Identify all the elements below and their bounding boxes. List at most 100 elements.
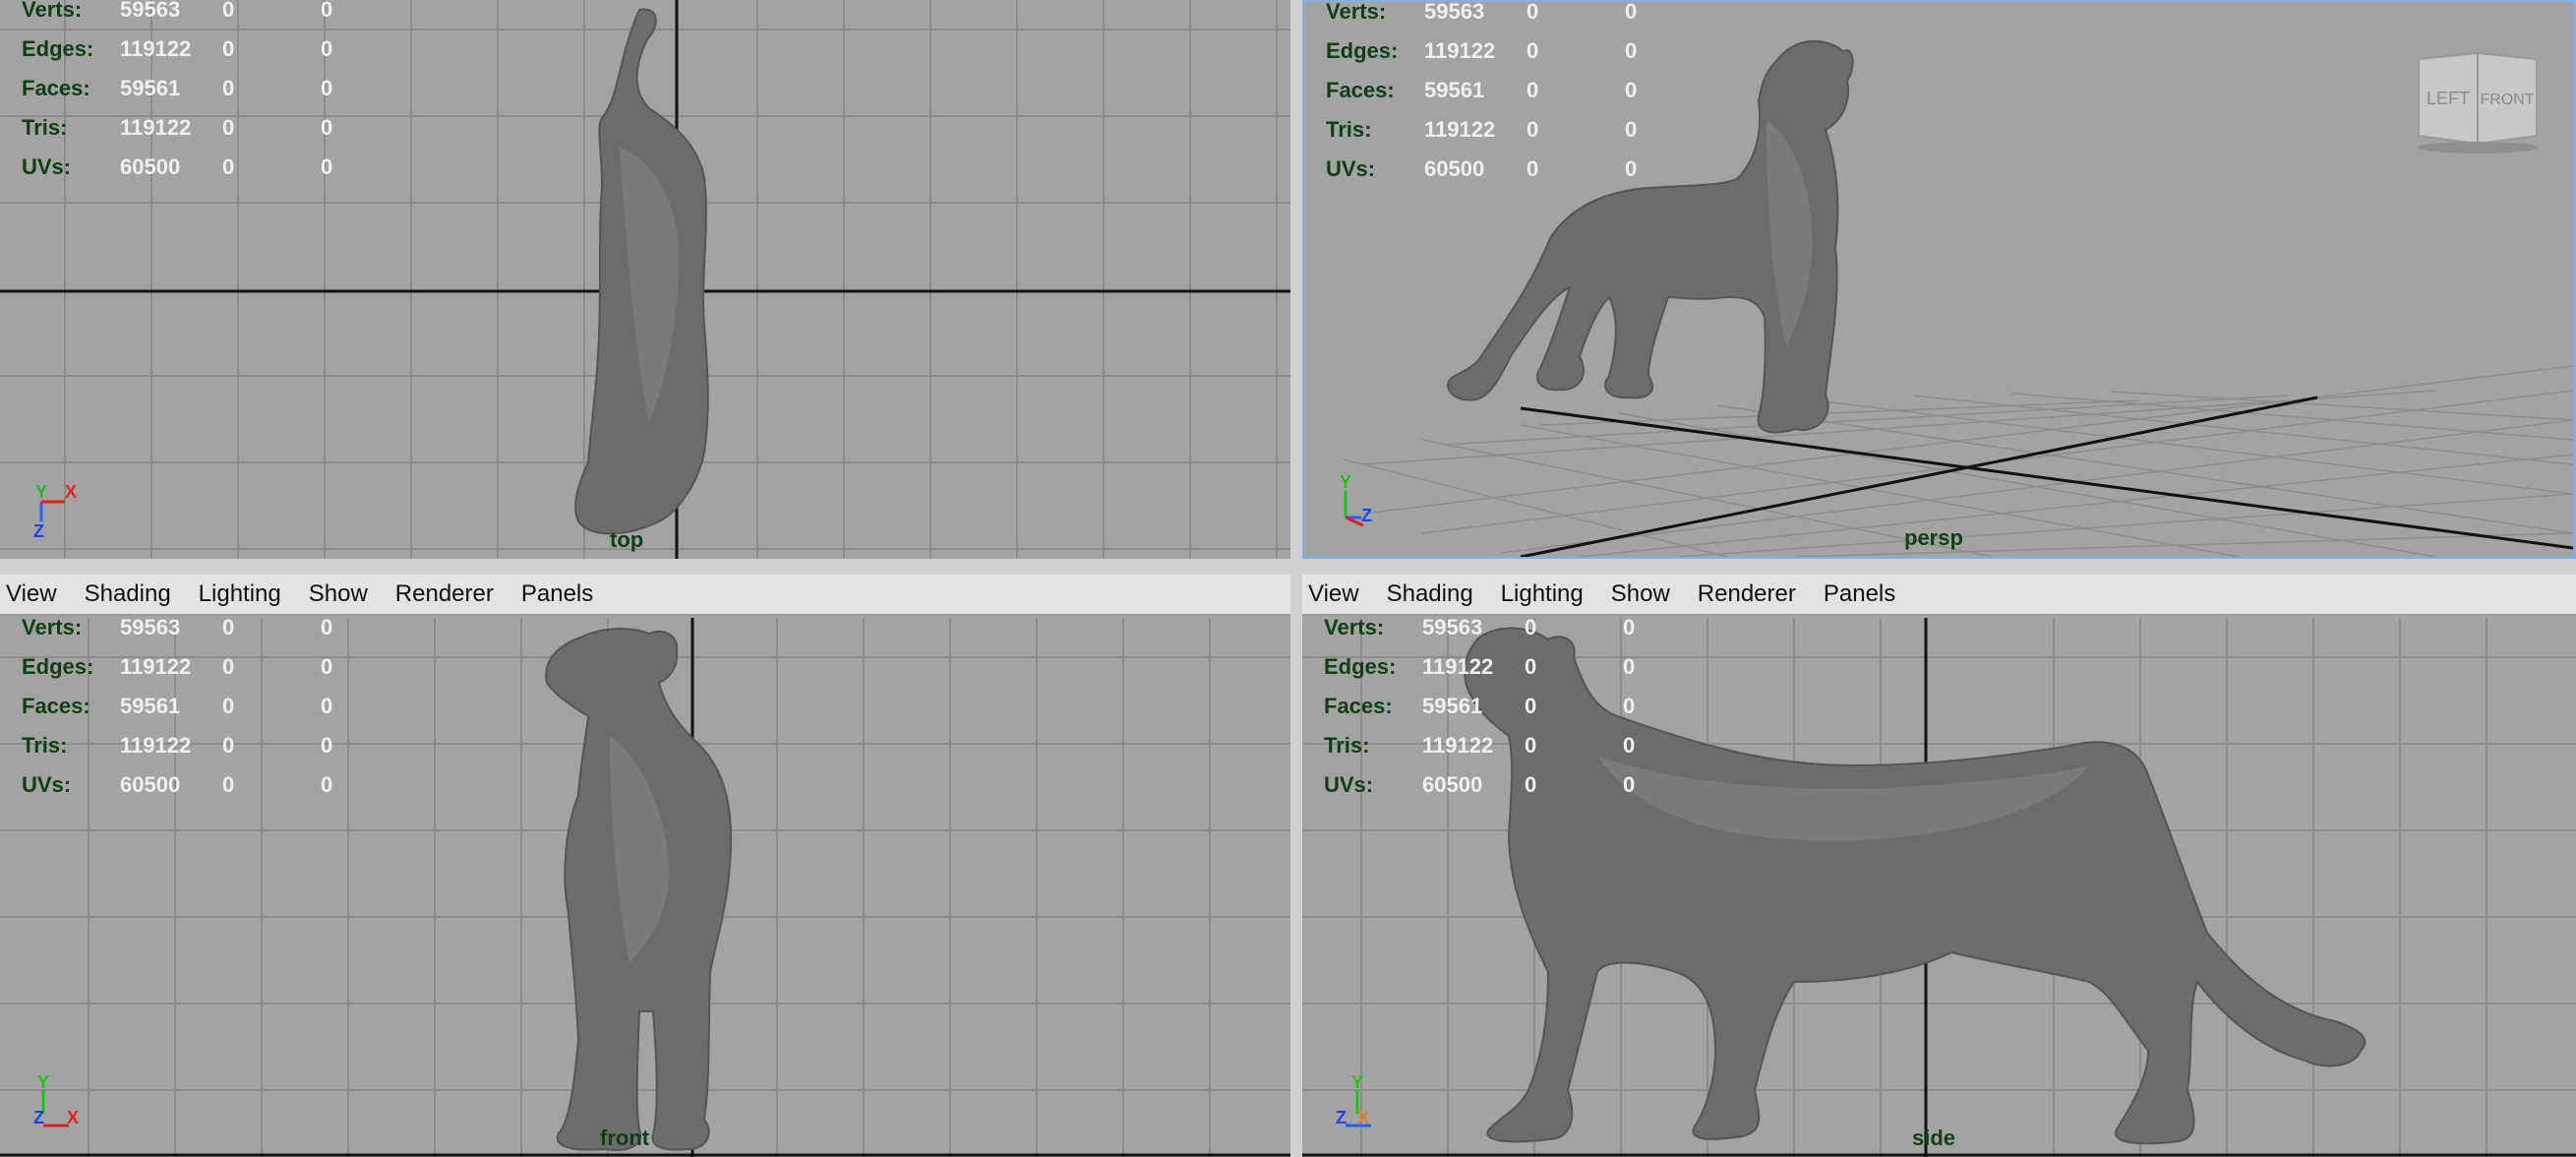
hud-faces-comp: 0 [1623,694,1636,718]
viewport-label-side: side [1912,1126,1956,1150]
hud-edges-comp: 0 [1623,654,1636,679]
menu-lighting[interactable]: Lighting [185,575,295,615]
hud-faces-label: Faces: [22,694,90,718]
hud-verts-value: 59563 [1422,618,1483,639]
viewport-front-canvas[interactable]: Verts: 59563 0 0 Edges: 119122 0 0 Faces: 59561… [0,618,1290,1157]
axis-gizmo-icon: Y Z [1340,472,1372,527]
hud-tris-label: Tris: [22,733,68,758]
hud-verts-comp: 0 [1623,618,1636,639]
hud-verts-value: 59563 [120,618,181,639]
hud-verts-label: Verts: [22,0,83,22]
hud-edges-value: 119122 [1424,38,1496,63]
hud-uvs-comp: 0 [321,772,333,797]
menu-view[interactable]: View [4,575,71,615]
menu-panels[interactable]: Panels [1810,575,1909,615]
menu-panels[interactable]: Panels [508,575,607,615]
hud-uvs-sel: 0 [222,154,235,179]
hud-faces-sel: 0 [222,76,235,100]
svg-text:Z: Z [1336,1108,1347,1127]
svg-text:Y: Y [1340,472,1351,492]
hud-tris-value: 119122 [1422,733,1494,758]
hud-edges-label: Edges: [1326,38,1399,63]
viewport-side-canvas[interactable]: Verts: 59563 0 0 Edges: 119122 0 0 Faces: 59561… [1302,618,2576,1157]
viewport-panel-top[interactable]: Verts: 59563 0 0 Edges: 119122 0 0 Faces: 59561… [0,0,1290,559]
hud-uvs-value: 60500 [1424,156,1485,181]
menu-shading[interactable]: Shading [1373,575,1487,615]
hud-tris-value: 119122 [120,733,192,758]
axis-gizmo-icon: Y Z X [1336,1072,1371,1127]
hud-uvs-label: UVs: [22,772,72,797]
hud-edges-value: 119122 [120,36,192,61]
hud-verts-sel: 0 [1527,2,1539,24]
viewport-panel-side[interactable]: View Shading Lighting Show Renderer Pane… [1302,575,2576,1157]
hud-faces-value: 59561 [1422,694,1483,718]
hud-uvs-label: UVs: [22,154,72,179]
panel-menubar-side: View Shading Lighting Show Renderer Pane… [1302,575,2576,616]
hud-faces-comp: 0 [321,694,333,718]
hud-tris-sel: 0 [222,115,235,140]
menu-show[interactable]: Show [1597,575,1684,615]
hud-uvs-value: 60500 [120,154,181,179]
viewport-panel-front[interactable]: View Shading Lighting Show Renderer Pane… [0,575,1290,1157]
poly-count-hud: Verts: 59563 0 0 Edges: 119122 0 0 Faces: 59561… [1326,2,1684,189]
hud-faces-value: 59561 [120,76,181,100]
hud-verts-value: 59563 [1424,2,1485,24]
menu-renderer[interactable]: Renderer [382,575,508,615]
hud-uvs-comp: 0 [1623,772,1636,797]
viewport-persp-canvas[interactable]: Verts: 59563 0 0 Edges: 119122 0 0 Faces: 59561… [1304,2,2574,557]
hud-edges-value: 119122 [120,654,192,679]
hud-verts-label: Verts: [1324,618,1385,639]
hud-edges-comp: 0 [321,654,333,679]
hud-tris-sel: 0 [1527,117,1539,142]
viewport-panel-persp[interactable]: Verts: 59563 0 0 Edges: 119122 0 0 Faces: 59561… [1302,0,2576,559]
hud-uvs-label: UVs: [1324,772,1374,797]
hud-tris-value: 119122 [1424,117,1496,142]
hud-uvs-label: UVs: [1326,156,1376,181]
hud-faces-label: Faces: [1324,694,1393,718]
poly-count-hud: Verts: 59563 0 0 Edges: 119122 0 0 Faces: 59561… [1324,618,1682,805]
menu-lighting[interactable]: Lighting [1487,575,1597,615]
hud-verts-sel: 0 [222,618,235,639]
hud-tris-label: Tris: [1326,117,1372,142]
svg-text:X: X [1357,1108,1369,1127]
hud-tris-comp: 0 [1625,117,1638,142]
hud-uvs-sel: 0 [1527,156,1539,181]
hud-edges-comp: 0 [1625,38,1638,63]
viewport-top-canvas[interactable]: Verts: 59563 0 0 Edges: 119122 0 0 Faces: 59561… [0,0,1290,559]
hud-tris-label: Tris: [22,115,68,140]
hud-faces-sel: 0 [1525,694,1537,718]
hud-verts-value: 59563 [120,0,181,22]
hud-uvs-value: 60500 [1422,772,1483,797]
hud-tris-comp: 0 [1623,733,1636,758]
poly-count-hud: Verts: 59563 0 0 Edges: 119122 0 0 Faces: 59561… [22,0,380,187]
hud-tris-sel: 0 [1525,733,1537,758]
menu-show[interactable]: Show [295,575,382,615]
hud-faces-label: Faces: [1326,78,1395,102]
svg-text:Y: Y [35,482,47,502]
hud-verts-label: Verts: [1326,2,1387,24]
axis-gizmo-icon: Y X Z [33,482,77,541]
viewport-label-top: top [610,527,644,552]
viewcube-icon[interactable]: LEFT FRONT [2409,49,2546,157]
hud-faces-value: 59561 [1424,78,1485,102]
hud-uvs-comp: 0 [321,154,333,179]
svg-text:Y: Y [37,1072,49,1092]
viewport-label-persp: persp [1904,525,1963,550]
viewport-label-front: front [600,1126,650,1150]
hud-verts-comp: 0 [321,618,333,639]
hud-verts-sel: 0 [1525,618,1537,639]
hud-uvs-sel: 0 [1525,772,1537,797]
menu-renderer[interactable]: Renderer [1684,575,1810,615]
poly-count-hud: Verts: 59563 0 0 Edges: 119122 0 0 Faces: 59561… [22,618,380,805]
hud-faces-sel: 0 [222,694,235,718]
menu-shading[interactable]: Shading [71,575,185,615]
hud-edges-label: Edges: [22,654,94,679]
svg-text:Z: Z [33,1108,44,1127]
panel-menubar-front: View Shading Lighting Show Renderer Pane… [0,575,1290,616]
menu-view[interactable]: View [1306,575,1373,615]
maya-four-view-layout: Verts: 59563 0 0 Edges: 119122 0 0 Faces: 59561… [0,0,2576,1157]
hud-edges-label: Edges: [22,36,94,61]
viewcube-left-label: LEFT [2426,89,2470,108]
hud-verts-label: Verts: [22,618,83,639]
hud-faces-value: 59561 [120,694,181,718]
